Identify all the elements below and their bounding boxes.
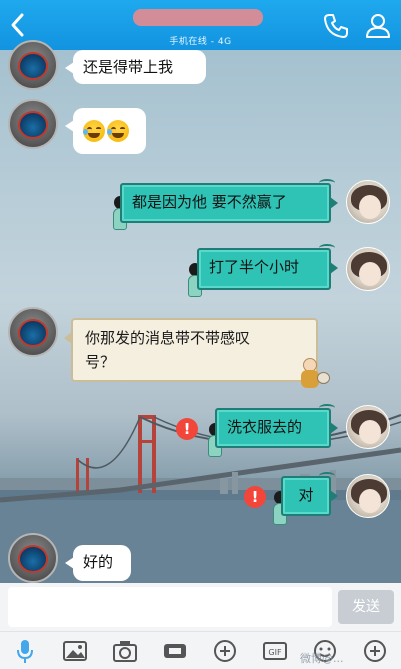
avatar-self[interactable] [346,405,390,449]
message-text: 洗衣服去的 [227,418,303,436]
message-bubble-outgoing[interactable]: 都是因为他 要不然赢了 [120,179,338,223]
plus-icon[interactable] [361,638,389,664]
phone-icon[interactable] [322,12,350,40]
message-text: 都是因为他 要不然赢了 [132,193,287,211]
weibo-watermark: 微博@... [300,652,344,665]
message-bubble-incoming[interactable] [65,108,146,154]
message-bubble-outgoing[interactable]: 洗衣服去的 [215,404,338,448]
message-text: 好的 [83,553,114,571]
person-icon[interactable] [364,11,392,39]
send-button[interactable]: 发送 [338,590,394,624]
bubble-monk-decoration [301,358,331,390]
svg-text:GIF: GIF [268,648,282,657]
contact-name-redacted[interactable]: ███████ [133,9,263,26]
avatar-contact[interactable] [8,307,58,357]
send-failed-icon[interactable]: ! [176,418,198,440]
message-text-line: 你那发的消息带不带感叹 [85,329,251,347]
message-bubble-incoming[interactable]: 好的 [65,545,131,581]
message-bubble-incoming[interactable]: 还是得带上我 [65,50,206,84]
image-icon[interactable] [61,638,89,664]
message-bubble-outgoing[interactable]: 对 [281,472,338,516]
send-failed-icon[interactable]: ! [244,486,266,508]
message-bubble-outgoing[interactable]: 打了半个小时 [197,244,338,290]
avatar-contact[interactable] [8,99,58,149]
message-text: 对 [298,486,314,504]
avatar-self[interactable] [346,247,390,291]
message-text-line: 号？ [85,353,116,371]
avatar-contact[interactable] [8,533,58,583]
message-text: 还是得带上我 [83,58,174,76]
avatar-self[interactable] [346,474,390,518]
message-bubble-incoming[interactable]: 你那发的消息带不带感叹 号？ [64,318,318,382]
message-text: 打了半个小时 [209,258,300,276]
message-input-bar: 发送 [0,583,401,631]
camera-icon[interactable] [111,638,139,664]
red-packet-icon[interactable] [161,638,189,664]
poke-icon[interactable] [211,638,239,664]
laugh-cry-emoji [83,119,105,142]
avatar-self[interactable] [346,180,390,224]
chat-header: ███████ 手机在线 - 4G [0,0,401,50]
message-input[interactable] [8,587,332,627]
laugh-cry-emoji [107,119,129,142]
microphone-icon[interactable] [11,638,39,664]
gif-icon[interactable]: GIF [261,638,289,664]
avatar-contact[interactable] [8,40,58,90]
